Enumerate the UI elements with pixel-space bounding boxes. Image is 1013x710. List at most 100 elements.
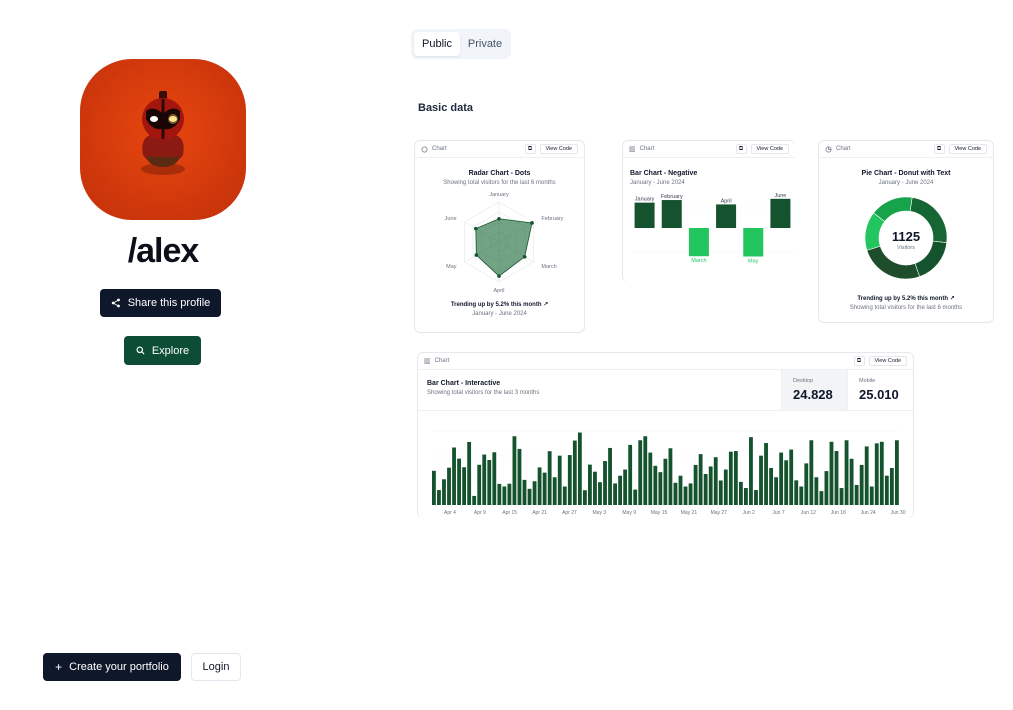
view-code-button[interactable]: View Code: [868, 356, 907, 366]
radar-chart: January February March April May June: [445, 192, 564, 294]
login-button[interactable]: Login: [191, 653, 241, 681]
bar: [613, 483, 617, 505]
bar: [844, 440, 849, 505]
bar: [879, 441, 884, 505]
bar: [668, 448, 673, 505]
x-tick-label: Jun 2: [743, 510, 755, 516]
explore-label: Explore: [151, 344, 190, 357]
plus-icon: +: [55, 660, 63, 674]
copy-icon: ⧉: [527, 145, 533, 152]
interactive-header: Bar Chart - Interactive Showing total vi…: [418, 370, 913, 411]
bar: [774, 477, 779, 505]
trending-up-icon: ↗: [543, 302, 549, 308]
bar: [437, 490, 441, 505]
card-header: ▥ Chart ⧉ View Code: [623, 141, 795, 158]
bar: [452, 447, 456, 505]
trend-text: Trending up by 5.2% this month: [450, 302, 542, 308]
radar-dot: [497, 274, 501, 278]
bar: [447, 467, 451, 505]
bar: [723, 469, 728, 505]
bar: [804, 463, 809, 505]
bar: [467, 441, 472, 505]
bar: [809, 440, 814, 505]
bar-label: January: [635, 197, 655, 203]
radar-chart-icon: [421, 146, 428, 152]
bar: [507, 483, 512, 505]
bar: [634, 202, 655, 228]
bar: [457, 458, 461, 505]
bar: [859, 464, 864, 505]
bar: [532, 481, 537, 505]
radar-chart-card: Chart ⧉ View Code Radar Chart - Dots Sho…: [414, 140, 585, 333]
bar: [603, 461, 607, 505]
tab-private[interactable]: Private: [462, 32, 508, 56]
copy-button[interactable]: ⧉: [853, 356, 865, 366]
bar: [759, 455, 763, 505]
bar-label: March: [691, 258, 706, 264]
bar: [834, 451, 839, 505]
bar: [633, 489, 638, 505]
bar: [688, 228, 709, 257]
x-tick-label: Jun 7: [772, 510, 784, 516]
chart-title: Bar Chart - Negative: [630, 170, 698, 177]
radar-label: March: [541, 264, 556, 270]
chart-footer-trend: Trending up by 5.2% this month ↗: [819, 295, 993, 302]
bar: [688, 483, 693, 505]
bar: [864, 446, 869, 505]
copy-button[interactable]: ⧉: [524, 144, 536, 154]
bar: [716, 204, 737, 228]
x-tick-label: Jun 12: [801, 510, 816, 516]
share-profile-button[interactable]: Share this profile: [100, 289, 221, 317]
bar: [819, 491, 824, 505]
x-tick-label: Jun 18: [831, 510, 846, 516]
bar-label: May: [748, 259, 759, 265]
bar: [698, 454, 703, 505]
bar-label: June: [774, 193, 786, 199]
bar: [432, 470, 436, 505]
bar: [582, 490, 587, 505]
card-header: Chart ⧉ View Code: [819, 141, 993, 158]
bar: [678, 475, 683, 505]
bar: [733, 451, 738, 505]
bar: [663, 458, 668, 505]
desktop-stat-toggle[interactable]: Desktop 24.828: [781, 370, 847, 410]
bar-chart-icon: ▥: [424, 358, 431, 365]
bar: [577, 432, 582, 505]
donut-slice: [866, 245, 921, 280]
mobile-stat-toggle[interactable]: Mobile 25.010: [847, 370, 913, 410]
copy-icon: ⧉: [738, 145, 744, 152]
bar: [593, 471, 597, 505]
x-tick-label: May 15: [651, 510, 668, 516]
bar: [789, 449, 794, 505]
copy-icon: ⧉: [856, 357, 862, 364]
bar: [598, 482, 602, 505]
view-code-button[interactable]: View Code: [750, 144, 789, 154]
bar: [472, 495, 477, 505]
tab-public[interactable]: Public: [414, 32, 460, 56]
pie-chart-icon: [825, 146, 832, 152]
bar: [814, 477, 819, 505]
share-profile-label: Share this profile: [127, 297, 211, 309]
explore-button[interactable]: Explore: [124, 336, 201, 365]
view-code-button[interactable]: View Code: [948, 144, 987, 154]
x-tick-label: Apr 9: [474, 510, 486, 516]
bar: [547, 451, 552, 505]
copy-button[interactable]: ⧉: [933, 144, 945, 154]
card-header: ▥ Chart ⧉ View Code: [418, 353, 913, 370]
view-code-button[interactable]: View Code: [539, 144, 578, 154]
donut-slice: [914, 240, 948, 278]
stat-label: Desktop: [793, 378, 814, 384]
card-header: Chart ⧉ View Code: [415, 141, 584, 158]
bar: [522, 479, 527, 505]
radar-label: June: [445, 216, 457, 222]
bar-interactive-chart: Apr 4 Apr 9 Apr 15 Apr 21 Apr 27 May 3 May 9 Ma…: [432, 430, 906, 516]
stat-value: 25.010: [859, 387, 899, 402]
bar-interactive-card: ▥ Chart ⧉ View Code Bar Chart - Interact…: [417, 352, 914, 518]
copy-button[interactable]: ⧉: [735, 144, 747, 154]
bar: [542, 472, 547, 505]
visibility-tabs: Public Private: [411, 29, 511, 59]
bar: [708, 466, 713, 505]
x-tick-label: May 3: [593, 510, 607, 516]
create-portfolio-button[interactable]: + Create your portfolio: [43, 653, 181, 681]
bar: [869, 486, 874, 505]
